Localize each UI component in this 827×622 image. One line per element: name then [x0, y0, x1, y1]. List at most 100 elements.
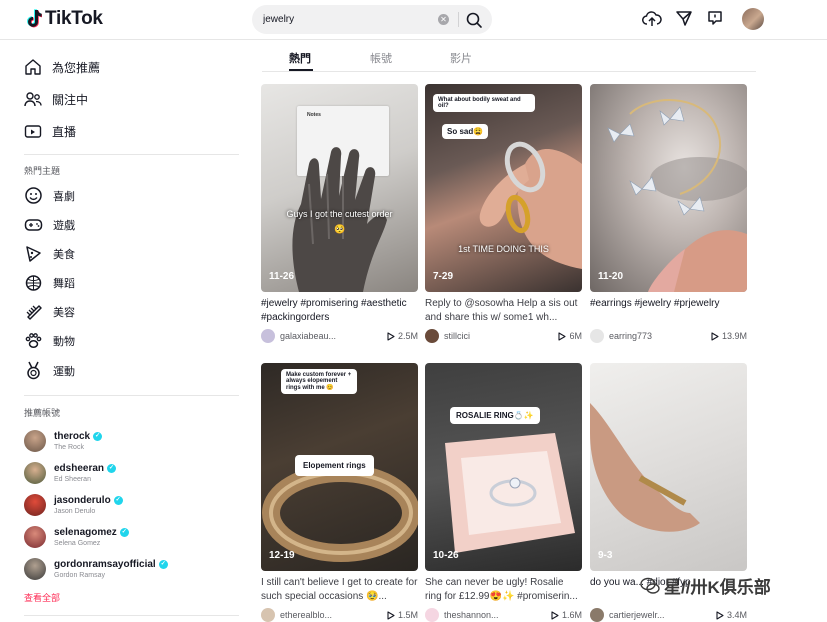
notes-title: Notes	[307, 112, 321, 118]
creator-name[interactable]: stillcici	[444, 331, 558, 341]
creator-avatar[interactable]	[425, 608, 439, 622]
title-sticker: ROSALIE RING💍✨	[450, 407, 540, 424]
video-thumbnail[interactable]: ROSALIE RING💍✨ 10-26	[425, 363, 582, 571]
verified-badge-icon: ✓	[158, 560, 168, 569]
inbox-icon[interactable]	[706, 9, 724, 27]
video-thumbnail[interactable]: What about bodily sweat and oil? So sad😩…	[425, 84, 582, 292]
profile-avatar[interactable]	[742, 8, 764, 30]
search-bar: ✕	[252, 5, 492, 34]
tiktok-logo[interactable]: TikTok	[26, 8, 103, 30]
video-thumbnail[interactable]: Make custom forever + always elopement r…	[261, 363, 418, 571]
video-card[interactable]: Notes Guys I got the cutest order 🥺 11-2…	[261, 84, 418, 343]
nav-label: 為您推薦	[52, 60, 101, 75]
video-caption-overlay: Guys I got the cutest order	[286, 209, 393, 219]
search-input[interactable]	[263, 14, 433, 25]
medal-icon	[27, 361, 40, 380]
suggested-account-gordonramsayofficial[interactable]: gordonramsayofficial ✓ Gordon Ramsay	[24, 558, 168, 580]
account-subtitle: Gordon Ramsay	[54, 572, 105, 579]
play-count-icon	[716, 610, 724, 620]
sidebar-divider	[24, 395, 239, 396]
paw-icon	[25, 333, 42, 348]
account-name: therock	[54, 431, 91, 442]
video-card[interactable]: ROSALIE RING💍✨ 10-26 She can never be ug…	[425, 363, 582, 622]
creator-name[interactable]: earring773	[609, 331, 711, 341]
watermark-text: 星//卅K俱乐部	[664, 578, 771, 597]
wechat-logo-icon	[640, 577, 660, 594]
nav-live[interactable]: 直播	[24, 122, 76, 140]
tab-accounts[interactable]: 帳號	[370, 50, 392, 66]
following-users-icon	[24, 92, 42, 107]
creator-name[interactable]: theshannon...	[444, 610, 551, 620]
video-caption-overlay: 1st TIME DOING THIS	[458, 244, 549, 254]
account-subtitle: The Rock	[54, 444, 84, 451]
account-subtitle: Ed Sheeran	[54, 476, 91, 483]
video-card[interactable]: 11-20 #earrings #jewelry #prjewelry earr…	[590, 84, 747, 343]
topic-sports[interactable]: 運動	[24, 361, 75, 380]
creator-name[interactable]: galaxiabeau...	[280, 331, 387, 341]
avatar	[24, 462, 46, 484]
video-date: 11-20	[598, 271, 624, 282]
nav-label: 直播	[52, 124, 77, 139]
video-card[interactable]: Make custom forever + always elopement r…	[261, 363, 418, 622]
topic-beauty[interactable]: 美容	[24, 302, 75, 321]
search-icon[interactable]	[464, 10, 484, 30]
video-meta: etherealblo... 1.5M	[261, 608, 418, 622]
live-video-icon	[24, 125, 42, 138]
suggested-account-edsheeran[interactable]: edsheeran ✓ Ed Sheeran	[24, 462, 117, 484]
upload-cloud-icon[interactable]	[642, 9, 662, 29]
topic-food[interactable]: 美食	[24, 244, 75, 263]
topic-comedy[interactable]: 喜劇	[24, 186, 75, 205]
creator-avatar[interactable]	[261, 608, 275, 622]
creator-avatar[interactable]	[590, 329, 604, 343]
topics-title: 熱門主題	[24, 166, 61, 176]
disco-ball-icon	[25, 275, 42, 291]
topic-label: 動物	[53, 335, 75, 348]
video-description[interactable]: #jewelry #promisering #aesthetic #packin…	[261, 297, 418, 325]
account-name: gordonramsayofficial	[54, 559, 156, 570]
topic-animals[interactable]: 動物	[24, 331, 75, 350]
nav-following[interactable]: 關注中	[24, 90, 88, 108]
creator-avatar[interactable]	[590, 608, 604, 622]
video-description[interactable]: Reply to @sosowha Help a sis out and sha…	[425, 297, 582, 325]
see-all-link[interactable]: 查看全部	[24, 591, 60, 604]
topic-gaming[interactable]: 遊戲	[24, 215, 75, 234]
play-count: 3.4M	[726, 610, 747, 620]
topic-dance[interactable]: 舞蹈	[24, 273, 75, 292]
pleading-emoji-icon: 🥺	[334, 224, 346, 234]
tab-videos[interactable]: 影片	[450, 50, 472, 66]
search-tabs: 熱門 帳號 影片	[262, 40, 756, 72]
nav-for-you[interactable]: 為您推薦	[24, 58, 100, 76]
video-meta: galaxiabeau... 2.5M	[261, 329, 418, 343]
creator-avatar[interactable]	[261, 329, 275, 343]
topic-label: 運動	[53, 365, 75, 378]
account-subtitle: Jason Derulo	[54, 508, 96, 515]
topic-label: 喜劇	[53, 190, 75, 203]
topic-label: 美食	[53, 248, 75, 261]
play-count: 2.5M	[397, 331, 418, 341]
gamepad-icon	[24, 219, 43, 231]
suggested-account-jasonderulo[interactable]: jasonderulo ✓ Jason Derulo	[24, 494, 123, 516]
tab-top[interactable]: 熱門	[289, 50, 311, 66]
comment-reply-bubble: What about bodily sweat and oil?	[433, 94, 535, 112]
suggested-account-selenagomez[interactable]: selenagomez ✓ Selena Gomez	[24, 526, 129, 548]
sticker-bubble: So sad😩	[442, 124, 489, 139]
topic-label: 舞蹈	[53, 277, 75, 290]
video-thumbnail[interactable]: 9-3	[590, 363, 747, 571]
sticker-bubble: Make custom forever + always elopement r…	[281, 369, 357, 394]
play-count-icon	[387, 610, 395, 620]
video-thumbnail[interactable]: 11-20	[590, 84, 747, 292]
video-thumbnail[interactable]: Notes Guys I got the cutest order 🥺 11-2…	[261, 84, 418, 292]
send-message-icon[interactable]	[675, 9, 693, 27]
video-card[interactable]: What about bodily sweat and oil? So sad😩…	[425, 84, 582, 343]
video-meta: theshannon... 1.6M	[425, 608, 582, 622]
creator-name[interactable]: etherealblo...	[280, 610, 387, 620]
video-description[interactable]: I still can't believe I get to create fo…	[261, 576, 418, 604]
topic-label: 遊戲	[53, 219, 75, 232]
suggested-account-therock[interactable]: therock ✓ The Rock	[24, 430, 103, 452]
creator-avatar[interactable]	[425, 329, 439, 343]
creator-name[interactable]: cartierjewelr...	[609, 610, 716, 620]
video-meta: stillcici 6M	[425, 329, 582, 343]
clear-search-icon[interactable]: ✕	[438, 14, 449, 25]
video-description[interactable]: She can never be ugly! Rosalie ring for …	[425, 576, 582, 604]
video-description[interactable]: #earrings #jewelry #prjewelry	[590, 297, 747, 325]
